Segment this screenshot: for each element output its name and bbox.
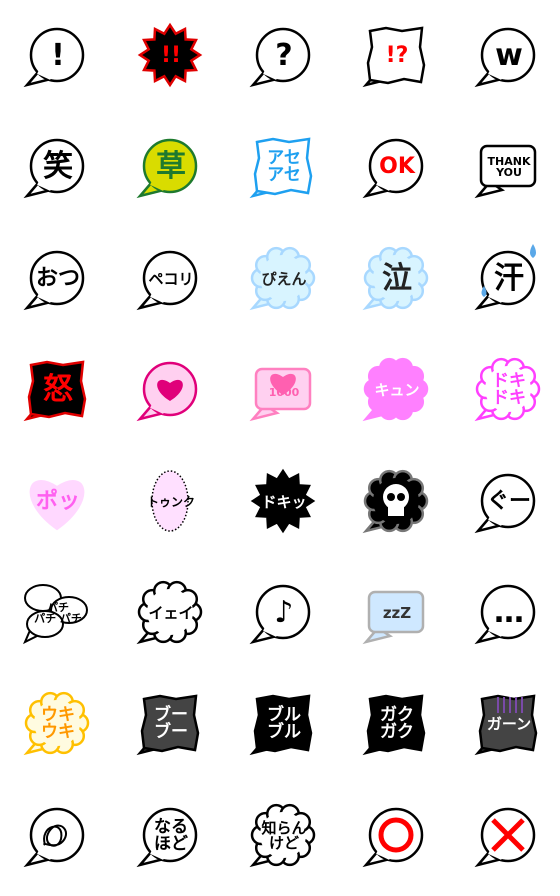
sticker-text[interactable]: ブー ブー — [114, 669, 226, 781]
sticker-text[interactable]: なる ほど — [114, 781, 226, 893]
sticker-label: ブー ブー — [154, 705, 188, 742]
sticker-text[interactable]: 笑 — [1, 112, 113, 224]
sticker-text[interactable]: 草 — [114, 112, 226, 224]
sticker-text[interactable]: ブル ブル — [227, 669, 339, 781]
sticker-text[interactable]: 1000 — [227, 335, 339, 447]
sticker-label: 1000 — [268, 385, 300, 399]
sticker-circle-mark-icon[interactable] — [340, 781, 452, 893]
sticker-label: トゥンク — [146, 495, 195, 509]
sticker-text[interactable]: zzZ — [340, 558, 452, 670]
sticker-text[interactable]: パチ パチ パチ — [1, 558, 113, 670]
sticker-label: ガク ガク — [380, 705, 414, 742]
sticker-text[interactable]: イェイ — [114, 558, 226, 670]
sticker-label: ! — [51, 38, 65, 73]
sticker-label: ぐー — [486, 489, 531, 514]
sticker-label: 汗 — [494, 261, 524, 296]
sticker-skull-icon[interactable] — [340, 447, 452, 559]
sticker-text[interactable]: キュン — [340, 335, 452, 447]
sticker-text[interactable]: … — [452, 558, 560, 670]
sticker-label: アセ アセ — [267, 148, 301, 185]
sticker-text[interactable]: アセ アセ — [227, 112, 339, 224]
sticker-label: zzZ — [382, 603, 412, 622]
sticker-text[interactable]: おつ — [1, 224, 113, 336]
sticker-label: ウキ ウキ — [41, 705, 75, 742]
sticker-label: 怒 — [43, 372, 73, 407]
sticker-text[interactable]: ウキ ウキ — [1, 669, 113, 781]
sticker-label: なる ほど — [154, 817, 188, 854]
sticker-label: ブル ブル — [267, 705, 301, 742]
sticker-label: OK — [379, 154, 415, 179]
sticker-label: 泣 — [382, 261, 412, 296]
sticker-text[interactable]: THANK YOU — [452, 112, 560, 224]
sticker-text[interactable]: 泣 — [340, 224, 452, 336]
sticker-label: w — [495, 38, 523, 73]
sticker-label: !? — [385, 43, 409, 68]
sticker-label: ぴえん — [261, 269, 307, 288]
sticker-text[interactable]: ガク ガク — [340, 669, 452, 781]
sticker-text[interactable]: トゥンク — [114, 447, 226, 559]
sticker-label: パチ パチ パチ — [34, 601, 82, 625]
sticker-label: … — [494, 595, 524, 630]
sticker-label: 草 — [156, 149, 186, 184]
sticker-text[interactable]: ドキッ — [227, 447, 339, 559]
sticker-text[interactable]: !! — [114, 1, 226, 113]
sticker-text[interactable]: ポッ — [1, 447, 113, 559]
sticker-label: おつ — [35, 266, 80, 291]
sticker-cross-mark-icon[interactable] — [452, 781, 560, 893]
sticker-text[interactable]: !? — [340, 1, 452, 113]
sticker-text[interactable]: ぴえん — [227, 224, 339, 336]
sticker-label: ガーン — [486, 714, 532, 733]
sticker-label: 知らん けど — [261, 819, 307, 852]
cross-mark-icon — [474, 807, 536, 868]
sticker-label: ポッ — [35, 489, 80, 514]
sticker-label: ? — [275, 38, 293, 73]
sticker-text[interactable]: OK — [340, 112, 452, 224]
sticker-text[interactable]: ? — [227, 1, 339, 113]
sticker-text[interactable]: ! — [1, 1, 113, 113]
sticker-text[interactable]: 怒 — [1, 335, 113, 447]
sticker-label: ペコリ — [148, 269, 194, 288]
sticker-scribble-icon[interactable] — [1, 781, 113, 893]
sticker-label: ♪ — [274, 595, 294, 630]
sticker-label: !! — [160, 43, 182, 68]
sticker-text[interactable]: 知らん けど — [227, 781, 339, 893]
sticker-text[interactable]: ドキ ドキ — [452, 335, 560, 447]
sticker-text[interactable]: 汗 — [452, 224, 560, 336]
sticker-label: ドキッ — [261, 492, 307, 511]
heart-icon — [136, 361, 198, 422]
scribble-icon — [23, 807, 85, 868]
sticker-label: 笑 — [43, 149, 73, 184]
sticker-text[interactable]: ガーン — [452, 669, 560, 781]
sticker-label: キュン — [374, 380, 420, 399]
sticker-label: THANK YOU — [487, 155, 531, 179]
skull-icon — [362, 469, 429, 534]
sticker-text[interactable]: ペコリ — [114, 224, 226, 336]
sticker-text[interactable]: w — [452, 1, 560, 113]
sticker-label: イェイ — [148, 603, 194, 622]
sticker-grid: !!!?!? w 笑 草 アセ アセ OK THANK YOU おつ ペコリ ぴえん 泣 汗怒 1000… — [0, 0, 560, 896]
sticker-heart-icon[interactable] — [114, 335, 226, 447]
circle-mark-icon — [362, 807, 424, 868]
sticker-label: ドキ ドキ — [492, 371, 526, 408]
sticker-text[interactable]: ぐー — [452, 447, 560, 559]
sticker-text[interactable]: ♪ — [227, 558, 339, 670]
